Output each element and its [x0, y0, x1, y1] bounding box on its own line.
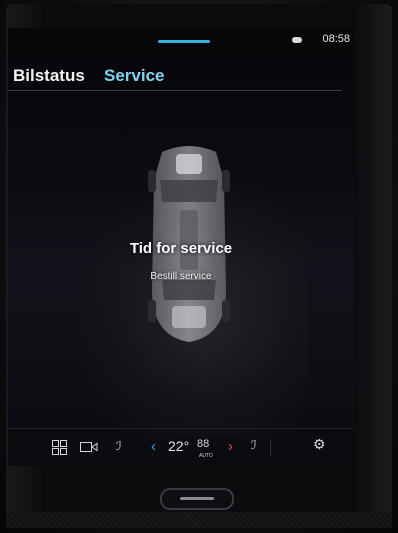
clock: 08:58 — [322, 33, 350, 45]
camera-icon[interactable] — [80, 442, 98, 452]
climate-bar: ℐ ‹ 22° 88 AUTO › ℐ ⚙ — [8, 428, 354, 465]
service-title: Tid for service — [129, 240, 233, 257]
pull-down-handle[interactable] — [158, 40, 210, 43]
home-grid-icon[interactable] — [52, 440, 67, 455]
temperature-readout[interactable]: 22° — [168, 438, 189, 454]
fan-readout[interactable]: 88 — [197, 438, 209, 450]
gear-icon[interactable]: ⚙ — [313, 436, 326, 453]
auto-label: AUTO — [199, 453, 213, 459]
infotainment-screen: 08:58 Bilstatus Service Tid for service … — [8, 28, 354, 466]
seat-heat-left-icon[interactable]: ℐ — [116, 439, 122, 453]
bar-divider — [270, 439, 271, 457]
arrow-left-icon[interactable]: ‹ — [151, 438, 156, 455]
status-bar: 08:58 — [8, 28, 354, 54]
cloud-icon — [292, 37, 302, 43]
dashboard-trim — [6, 512, 392, 528]
tab-divider — [8, 90, 342, 91]
tab-bilstatus[interactable]: Bilstatus — [13, 66, 85, 86]
book-service-link[interactable]: Bestill service — [8, 271, 354, 282]
seat-heat-right-icon[interactable]: ℐ — [251, 438, 257, 452]
tab-bar: Bilstatus Service — [8, 64, 354, 90]
arrow-right-icon[interactable]: › — [228, 438, 233, 455]
physical-home-button[interactable] — [160, 488, 234, 510]
tab-service[interactable]: Service — [104, 66, 165, 86]
